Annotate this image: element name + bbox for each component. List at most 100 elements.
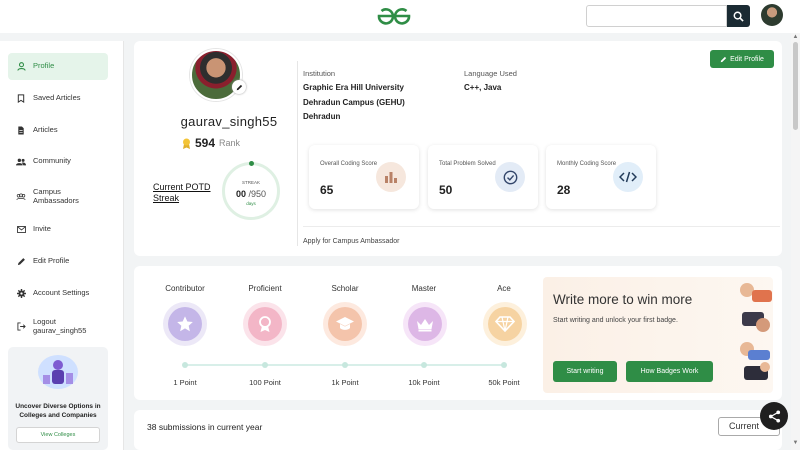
ace-badge — [483, 302, 527, 346]
sidebar-item-articles[interactable]: Articles — [8, 117, 108, 144]
master-badge — [403, 302, 447, 346]
badge-points: 10k Point — [408, 378, 440, 387]
sidebar-item-label: Campus Ambassadors — [33, 187, 79, 205]
badge-label-master: Master — [384, 278, 464, 296]
stat-label: Monthly Coding Score — [557, 161, 617, 167]
logout-icon — [16, 322, 26, 332]
sidebar-item-community[interactable]: Community — [8, 148, 108, 175]
colleges-promo-card: Uncover Diverse Options in Colleges and … — [8, 347, 108, 450]
sidebar-item-account-settings[interactable]: Account Settings — [8, 280, 108, 307]
apply-campus-ambassador-link[interactable]: Apply for Campus Ambassador — [303, 238, 400, 245]
badge-points: 50k Point — [488, 378, 520, 387]
how-badges-work-button[interactable]: How Badges Work — [626, 361, 713, 382]
badge-name: Master — [411, 284, 437, 293]
search-input[interactable] — [586, 5, 727, 27]
star-icon — [177, 316, 193, 332]
badge-points: 100 Point — [249, 378, 281, 387]
group-icon — [16, 192, 26, 202]
bookmark-icon — [16, 94, 26, 104]
scroll-up-arrow-icon[interactable]: ▲ — [791, 34, 800, 42]
scholar-badge — [323, 302, 367, 346]
streak-total: /950 — [248, 189, 267, 199]
sidebar-item-label: Edit Profile — [33, 256, 70, 266]
stat-label: Total Problem Solved — [439, 161, 496, 167]
sidebar-item-label: Account Settings — [33, 288, 90, 298]
profile-divider — [297, 61, 298, 246]
sidebar-item-label: Profile — [33, 61, 55, 71]
sidebar-item-invite[interactable]: Invite — [8, 216, 108, 243]
user-avatar[interactable] — [761, 4, 783, 26]
edit-avatar-button[interactable] — [232, 80, 246, 94]
check-circle-icon — [495, 162, 525, 192]
gear-icon — [16, 289, 26, 299]
medal-icon — [259, 316, 271, 332]
badge-label-contributor: Contributor — [145, 278, 225, 296]
stat-value: 50 — [439, 183, 453, 197]
total-problem-solved-card: Total Problem Solved 50 — [428, 145, 538, 209]
badge-name: Scholar — [331, 284, 359, 293]
sidebar-item-label: Articles — [33, 125, 58, 135]
badge-name: Ace — [497, 284, 511, 293]
sidebar-item-label: Invite — [33, 224, 51, 234]
track-dot — [182, 362, 188, 368]
rank-medal-icon — [183, 138, 190, 149]
streak-current: 00 — [235, 189, 246, 199]
scroll-down-arrow-icon[interactable]: ▼ — [791, 440, 800, 448]
sidebar-item-profile[interactable]: Profile — [8, 53, 108, 80]
diamond-icon — [495, 316, 515, 332]
monthly-coding-score-card: Monthly Coding Score 28 — [546, 145, 656, 209]
sidebar-item-logout[interactable]: Logout gaurav_singh55 — [8, 313, 108, 340]
current-potd-streak-link[interactable]: Current POTD Streak — [153, 182, 223, 204]
community-icon — [16, 157, 26, 167]
scrollbar-thumb[interactable] — [793, 42, 798, 130]
share-icon — [768, 409, 780, 423]
stat-value: 28 — [557, 183, 571, 197]
track-dot — [421, 362, 427, 368]
search-button[interactable] — [727, 5, 750, 27]
view-colleges-button[interactable]: View Colleges — [16, 427, 100, 443]
sidebar-item-label: Saved Articles — [33, 93, 81, 103]
language-value: C++, Java — [464, 83, 502, 92]
institution-value: Graphic Era Hill University Dehradun Cam… — [303, 83, 405, 121]
sidebar-item-label: Community — [33, 156, 71, 166]
language-label: Language Used — [464, 69, 517, 78]
rank-label: Rank — [219, 138, 241, 148]
badge-label-scholar: Scholar — [305, 278, 385, 296]
edit-profile-button[interactable]: Edit Profile — [710, 50, 774, 68]
badge-name: Contributor — [165, 284, 205, 293]
pencil-icon — [720, 56, 727, 62]
write-more-subtitle: Start writing and unlock your first badg… — [553, 317, 678, 324]
rank-value: 594 — [195, 136, 216, 150]
overall-coding-score-card: Overall Coding Score 65 — [309, 145, 419, 209]
stat-label: Overall Coding Score — [320, 161, 378, 167]
person-icon — [16, 62, 26, 72]
track-dot — [262, 362, 268, 368]
profile-username: gaurav_singh55 — [180, 114, 278, 129]
profile-section-divider — [303, 226, 780, 227]
promo-illustration — [38, 355, 78, 389]
start-writing-button[interactable]: Start writing — [553, 361, 617, 382]
crown-icon — [417, 318, 433, 331]
pencil-icon — [236, 84, 242, 90]
track-dot — [501, 362, 507, 368]
streak-value: 00 /950 — [222, 189, 280, 199]
promo-text: Uncover Diverse Options in Colleges and … — [15, 403, 101, 419]
share-button[interactable] — [760, 402, 788, 430]
bar-chart-icon — [376, 162, 406, 192]
proficient-badge — [243, 302, 287, 346]
badge-label-ace: Ace — [464, 278, 544, 296]
mail-icon — [16, 225, 26, 235]
rank-row: 594 Rank — [182, 136, 240, 150]
streak-unit: days — [246, 201, 256, 206]
badge-points: 1 Point — [173, 378, 197, 387]
profile-avatar — [190, 49, 242, 101]
institution-label: Institution — [303, 69, 336, 78]
streak-label: STREAK — [241, 180, 260, 185]
search-icon — [733, 11, 744, 22]
track-dot — [342, 362, 348, 368]
gfg-logo-icon[interactable] — [377, 7, 411, 25]
badge-label-proficient: Proficient — [225, 278, 305, 296]
sidebar-item-campus-ambassadors[interactable]: Campus Ambassadors — [8, 183, 108, 210]
sidebar-item-edit-profile[interactable]: Edit Profile — [8, 248, 108, 275]
sidebar-item-saved-articles[interactable]: Saved Articles — [8, 85, 108, 112]
